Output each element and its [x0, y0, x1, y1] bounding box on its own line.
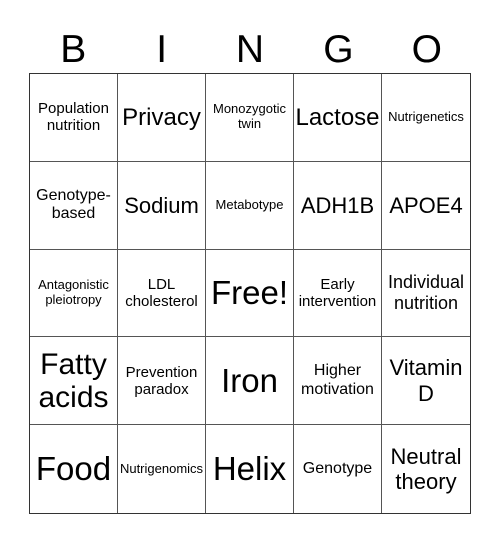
header-letter-o: O: [411, 28, 442, 71]
bingo-cell[interactable]: Early intervention: [294, 249, 382, 338]
bingo-cell[interactable]: Genotype: [294, 425, 382, 513]
bingo-cell[interactable]: Metabotype: [206, 161, 294, 250]
bingo-cell[interactable]: APOE4: [382, 162, 470, 250]
header-letter-g: G: [323, 28, 354, 71]
bingo-cell[interactable]: LDL cholesterol: [118, 249, 206, 338]
bingo-cell[interactable]: Genotype-based: [30, 161, 118, 250]
bingo-cell[interactable]: Vitamin D: [382, 337, 470, 426]
bingo-cell[interactable]: Nutrigenomics: [118, 425, 206, 513]
header-letter-n: N: [235, 28, 265, 71]
header-letter-b: B: [60, 28, 87, 71]
bingo-cell[interactable]: Antagonistic pleiotropy: [30, 249, 118, 338]
bingo-cell[interactable]: Helix: [206, 425, 294, 513]
bingo-cell[interactable]: Neutral theory: [382, 425, 470, 513]
bingo-cell[interactable]: ADH1B: [294, 161, 382, 250]
header-letter-i: I: [156, 28, 168, 71]
bingo-cell[interactable]: Iron: [206, 337, 294, 426]
free-space-cell[interactable]: Free!: [206, 249, 294, 338]
bingo-cell[interactable]: Fatty acids: [30, 337, 118, 426]
bingo-cell[interactable]: Nutrigenetics: [382, 74, 470, 162]
bingo-cell[interactable]: Population nutrition: [30, 74, 118, 162]
bingo-cell[interactable]: Monozygotic twin: [206, 74, 294, 162]
bingo-header: B I N G O: [29, 28, 471, 72]
bingo-cell[interactable]: Prevention paradox: [118, 337, 206, 426]
bingo-card-grid: Population nutrition Privacy Monozygotic…: [29, 73, 471, 514]
bingo-cell[interactable]: Food: [30, 425, 118, 513]
bingo-cell[interactable]: Privacy: [118, 74, 206, 162]
bingo-cell[interactable]: Sodium: [118, 161, 206, 250]
bingo-cell[interactable]: Individual nutrition: [382, 250, 470, 338]
bingo-cell[interactable]: Higher motivation: [294, 337, 382, 426]
bingo-cell[interactable]: Lactose: [294, 74, 382, 162]
